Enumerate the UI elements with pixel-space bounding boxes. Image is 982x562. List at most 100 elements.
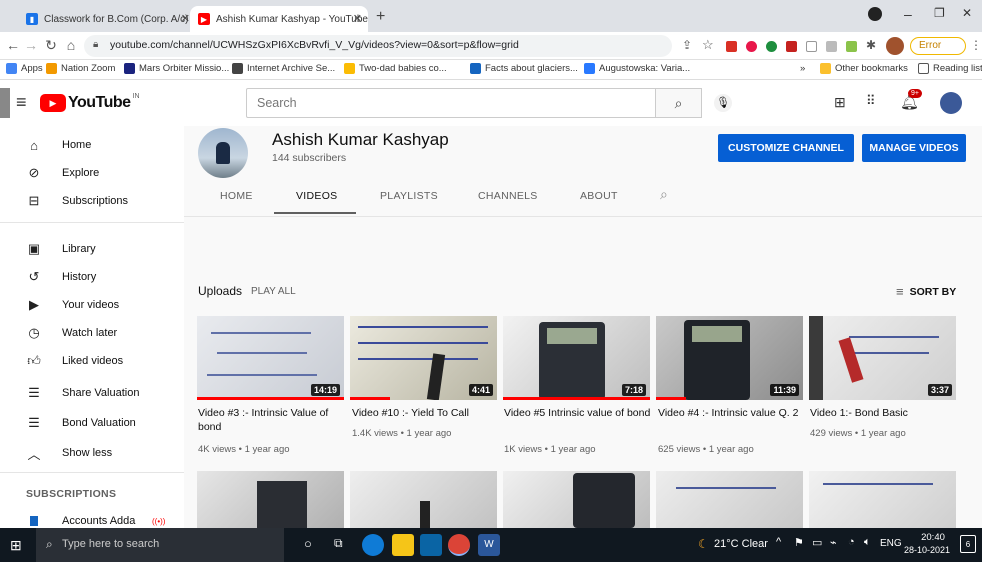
- tab-videos[interactable]: VIDEOS: [296, 190, 337, 202]
- share-icon[interactable]: ⇪: [682, 38, 692, 52]
- sidebar-item-watch-later[interactable]: ◷ Watch later: [0, 320, 184, 346]
- sidebar-item-show-less[interactable]: ︿ Show less: [0, 440, 184, 466]
- sidebar-item-share-valuation[interactable]: ☰ Share Valuation: [0, 380, 184, 406]
- video-thumbnail[interactable]: 4:41: [350, 316, 497, 400]
- mail-icon[interactable]: [420, 534, 442, 556]
- restore-icon[interactable]: ❐: [934, 6, 945, 20]
- language-indicator[interactable]: ENG: [880, 538, 902, 549]
- extension-icon[interactable]: [746, 41, 757, 52]
- sidebar-item-your-videos[interactable]: ▶ Your videos: [0, 292, 184, 318]
- account-avatar[interactable]: [940, 92, 962, 114]
- video-thumbnail[interactable]: [503, 471, 650, 528]
- microphone-icon[interactable]: 🎙︎: [714, 94, 732, 112]
- video-thumbnail[interactable]: 11:39: [656, 316, 803, 400]
- task-view-icon[interactable]: ⧉: [334, 536, 343, 551]
- customize-channel-button[interactable]: CUSTOMIZE CHANNEL: [718, 134, 854, 162]
- other-bookmarks[interactable]: Other bookmarks: [820, 63, 908, 74]
- shield-extension-icon[interactable]: [806, 41, 817, 52]
- weather-text[interactable]: 21°C Clear: [714, 538, 768, 550]
- video-thumbnail[interactable]: [197, 471, 344, 528]
- close-tab-icon[interactable]: ✕: [181, 12, 190, 25]
- extension-icon[interactable]: [846, 41, 857, 52]
- menu-kebab-icon[interactable]: ⋮: [970, 38, 982, 52]
- minimize-icon[interactable]: –: [904, 6, 912, 22]
- url-field[interactable]: 🔒︎ youtube.com/channel/UCWHSzGxPI6XcBvRv…: [84, 35, 672, 57]
- taskbar-search-box[interactable]: ⌕ Type here to search: [36, 528, 284, 562]
- tray-app-icon[interactable]: ⚑: [794, 536, 804, 549]
- sidebar-item-bond-valuation[interactable]: ☰ Bond Valuation: [0, 410, 184, 436]
- create-video-icon[interactable]: ⊞: [834, 94, 846, 111]
- show-hidden-icons-icon[interactable]: ^: [776, 536, 781, 548]
- window-close-icon[interactable]: ✕: [962, 6, 972, 20]
- clock-time[interactable]: 20:40: [914, 532, 952, 543]
- bookmark-item[interactable]: Two-dad babies co...: [344, 63, 447, 74]
- youtube-logo[interactable]: ▶ YouTube IN: [40, 93, 140, 112]
- bookmark-item[interactable]: Nation Zoom: [46, 63, 115, 74]
- tab-channels[interactable]: CHANNELS: [478, 190, 538, 202]
- extension-icon[interactable]: [826, 41, 837, 52]
- word-icon[interactable]: W: [478, 534, 500, 556]
- search-button[interactable]: ⌕: [656, 88, 702, 118]
- tab-home[interactable]: HOME: [220, 190, 253, 202]
- chrome-icon[interactable]: [448, 534, 470, 556]
- bookmark-item[interactable]: Augustowska: Varia...: [584, 63, 690, 74]
- wifi-icon[interactable]: ◔: [848, 536, 855, 548]
- user-avatar-icon[interactable]: [886, 37, 904, 55]
- extension-icon[interactable]: [766, 41, 777, 52]
- tab-playlists[interactable]: PLAYLISTS: [380, 190, 438, 202]
- error-badge-button[interactable]: Error: [910, 37, 966, 55]
- video-thumbnail[interactable]: 3:37: [809, 316, 956, 400]
- video-thumbnail[interactable]: [809, 471, 956, 528]
- video-title[interactable]: Video #3 :- Intrinsic Value of bond: [198, 406, 345, 434]
- more-bookmarks-icon[interactable]: »: [800, 63, 805, 74]
- hamburger-menu-icon[interactable]: ≡: [16, 92, 27, 113]
- sidebar-item-home[interactable]: ⌂ Home: [0, 132, 184, 158]
- video-title[interactable]: Video #5 Intrinsic value of bond: [504, 406, 651, 420]
- puzzle-extensions-icon[interactable]: ✱: [866, 38, 876, 52]
- extension-icon[interactable]: [786, 41, 797, 52]
- browser-tab-youtube[interactable]: ▶ Ashish Kumar Kashyap - YouTube ✕: [190, 6, 368, 32]
- file-explorer-icon[interactable]: [392, 534, 414, 556]
- bookmark-item[interactable]: Mars Orbiter Missio...: [124, 63, 229, 74]
- reading-list[interactable]: Reading list: [918, 63, 982, 74]
- profile-icon[interactable]: [868, 7, 882, 21]
- forward-icon[interactable]: →: [22, 37, 40, 53]
- home-nav-icon[interactable]: ⌂: [62, 37, 80, 53]
- channel-avatar[interactable]: [198, 128, 248, 178]
- action-center-icon[interactable]: 6: [960, 535, 976, 553]
- video-thumbnail[interactable]: [656, 471, 803, 528]
- edge-icon[interactable]: [362, 534, 384, 556]
- apps-grid-icon[interactable]: ⠿: [866, 93, 876, 109]
- sidebar-item-library[interactable]: ▣ Library: [0, 236, 184, 262]
- sort-by-button[interactable]: ≡ SORT BY: [896, 284, 956, 299]
- browser-tab-classwork[interactable]: ▮ Classwork for B.Com (Corp. A/c) ✕: [18, 6, 196, 32]
- cortana-icon[interactable]: ○: [304, 536, 312, 551]
- channel-search-icon[interactable]: ⌕: [660, 186, 668, 203]
- bookmark-star-icon[interactable]: ☆: [702, 37, 714, 53]
- back-icon[interactable]: ←: [4, 37, 22, 53]
- clock-date[interactable]: 28-10-2021: [904, 545, 950, 555]
- sidebar-item-liked-videos[interactable]: 👍︎ Liked videos: [0, 348, 184, 374]
- sidebar-item-history[interactable]: ↺ History: [0, 264, 184, 290]
- reload-icon[interactable]: ↻: [42, 37, 60, 54]
- extension-icon[interactable]: [726, 41, 737, 52]
- manage-videos-button[interactable]: MANAGE VIDEOS: [862, 134, 966, 162]
- close-tab-icon[interactable]: ✕: [353, 12, 362, 25]
- tab-about[interactable]: ABOUT: [580, 190, 618, 202]
- video-title[interactable]: Video 1:- Bond Basic: [810, 406, 957, 420]
- network-icon[interactable]: ⌁: [830, 536, 837, 549]
- battery-icon[interactable]: ▭: [812, 536, 822, 549]
- sidebar-item-explore[interactable]: ⊘ Explore: [0, 160, 184, 186]
- video-thumbnail[interactable]: [350, 471, 497, 528]
- video-title[interactable]: Video #4 :- Intrinsic value Q. 2: [658, 406, 805, 420]
- play-all-button[interactable]: PLAY ALL: [251, 286, 296, 297]
- video-title[interactable]: Video #10 :- Yield To Call: [352, 406, 499, 420]
- windows-start-icon[interactable]: ⊞: [10, 537, 22, 554]
- bookmark-apps[interactable]: Apps: [6, 63, 43, 74]
- volume-icon[interactable]: 🔈︎: [864, 536, 871, 549]
- sidebar-item-subscriptions[interactable]: ⊟ Subscriptions: [0, 188, 184, 214]
- search-input[interactable]: Search: [246, 88, 656, 118]
- bookmark-item[interactable]: Facts about glaciers...: [470, 63, 578, 74]
- video-thumbnail[interactable]: 14:19: [197, 316, 344, 400]
- new-tab-icon[interactable]: +: [376, 8, 385, 26]
